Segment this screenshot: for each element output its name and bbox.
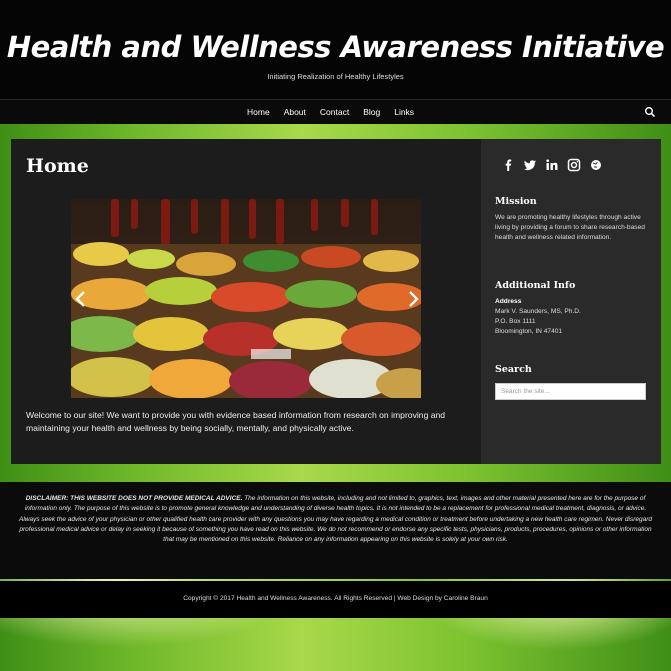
disclaimer-text: DISCLAIMER: THIS WEBSITE DOES NOT PROVID…: [18, 494, 653, 545]
nav-items: Home About Contact Blog Links: [240, 107, 421, 117]
mission-title: Mission: [495, 196, 537, 207]
chevron-right-icon[interactable]: [405, 289, 421, 309]
main-nav: Home About Contact Blog Links: [0, 99, 671, 124]
site-title[interactable]: Health and Wellness Awareness Initiative: [0, 30, 671, 64]
disclaimer-lead: DISCLAIMER: THIS WEBSITE DOES NOT PROVID…: [25, 495, 243, 502]
address-label: Address: [495, 298, 522, 305]
linkedin-icon[interactable]: [545, 158, 559, 172]
nav-item-contact[interactable]: Contact: [313, 107, 356, 117]
chevron-left-icon[interactable]: [73, 289, 89, 309]
address-line: Bloomington, IN 47401: [495, 328, 563, 335]
social-links: [501, 158, 603, 172]
image-slider[interactable]: [71, 199, 421, 398]
instagram-icon[interactable]: [567, 158, 581, 172]
site-tagline: Initiating Realization of Healthy Lifest…: [267, 72, 404, 81]
address-block: Address Mark V. Saunders, MS, Ph.D. P.O.…: [495, 297, 655, 337]
search-title: Search: [495, 364, 532, 375]
welcome-text: Welcome to our site! We want to provide …: [26, 410, 446, 433]
disclaimer-section: DISCLAIMER: THIS WEBSITE DOES NOT PROVID…: [0, 482, 671, 579]
additional-info-title: Additional Info: [495, 280, 576, 291]
footer: Copyright © 2017 Health and Wellness Awa…: [0, 581, 671, 618]
search-input[interactable]: Search the site...: [495, 383, 646, 400]
market-produce-image: [71, 199, 421, 398]
copyright-text: Copyright © 2017 Health and Wellness Awa…: [183, 595, 488, 602]
globe-icon[interactable]: [589, 158, 603, 172]
nav-item-home[interactable]: Home: [240, 107, 277, 117]
address-line: P.O. Box 1111: [495, 318, 536, 325]
nav-item-blog[interactable]: Blog: [356, 107, 387, 117]
address-line: Mark V. Saunders, MS, Ph.D.: [495, 308, 581, 315]
nav-item-links[interactable]: Links: [387, 107, 421, 117]
page-title: Home: [26, 155, 89, 177]
main-content: Home Welcome to our site! We want to pro…: [11, 139, 481, 464]
sidebar: Mission We are promoting healthy lifesty…: [481, 139, 661, 464]
twitter-icon[interactable]: [523, 158, 537, 172]
facebook-icon[interactable]: [501, 158, 515, 172]
disclaimer-body: The information on this website, includi…: [18, 495, 653, 544]
search-icon[interactable]: [644, 106, 656, 118]
site-header: Health and Wellness Awareness Initiative…: [0, 0, 671, 99]
mission-text: We are promoting healthy lifestyles thro…: [495, 214, 645, 241]
nav-item-about[interactable]: About: [277, 107, 313, 117]
